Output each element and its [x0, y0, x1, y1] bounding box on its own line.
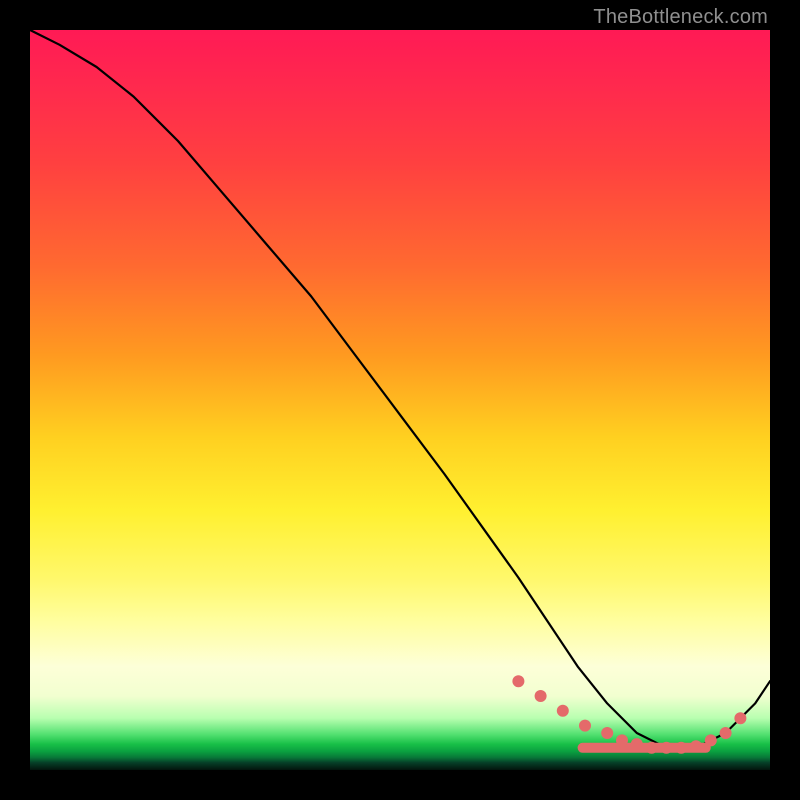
marker-dot: [734, 712, 746, 724]
plot-area: [30, 30, 770, 770]
watermark-text: TheBottleneck.com: [593, 6, 768, 29]
marker-dot: [705, 734, 717, 746]
marker-dot: [631, 738, 643, 750]
marker-dot: [557, 705, 569, 717]
chart-stage: TheBottleneck.com: [0, 0, 800, 800]
curve-line: [30, 30, 770, 748]
marker-dot: [512, 675, 524, 687]
curve-svg: [30, 30, 770, 770]
marker-dot: [579, 720, 591, 732]
marker-dot: [660, 742, 672, 754]
marker-dot: [690, 740, 702, 752]
marker-dot: [535, 690, 547, 702]
marker-dot: [616, 734, 628, 746]
marker-dot: [646, 742, 658, 754]
marker-dots: [512, 675, 746, 754]
marker-dot: [601, 727, 613, 739]
marker-dot: [675, 742, 687, 754]
marker-dot: [720, 727, 732, 739]
